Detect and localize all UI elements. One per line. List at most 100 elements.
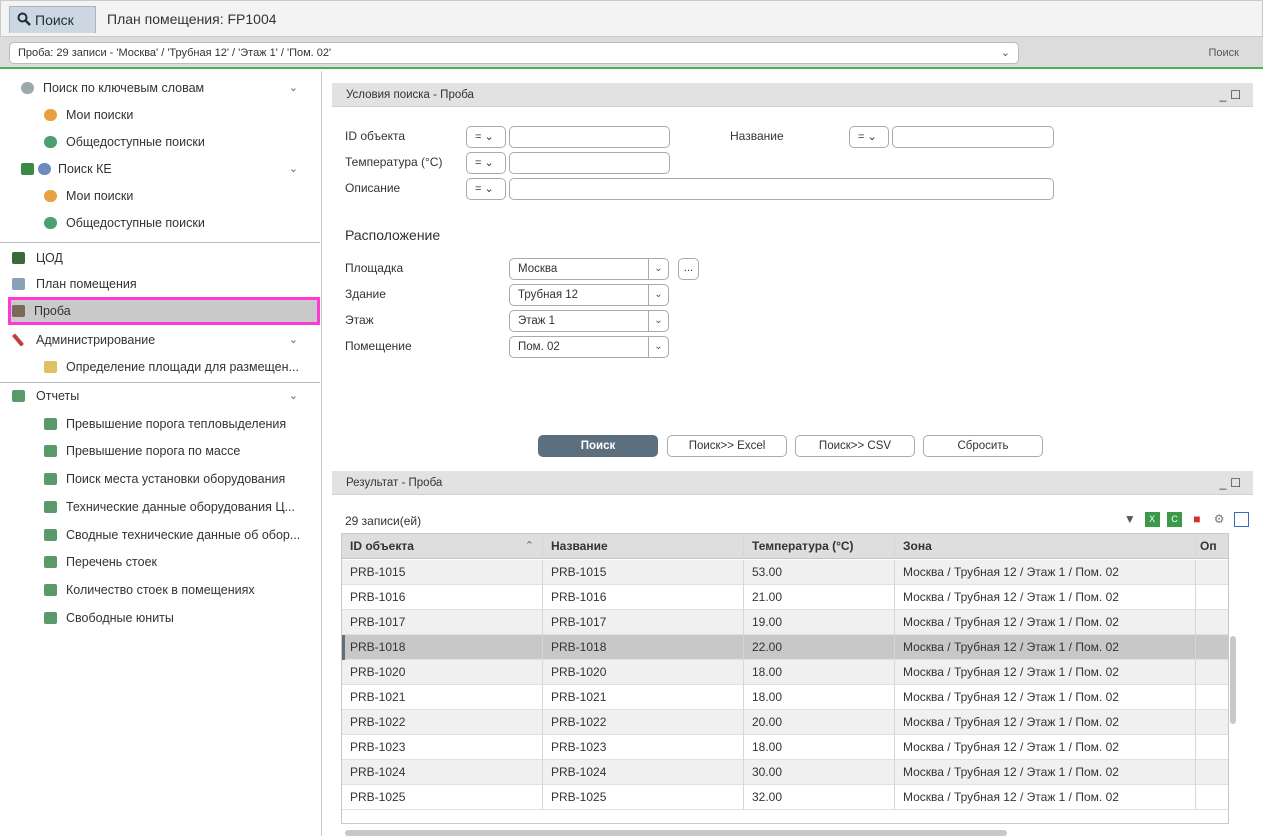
table-row[interactable]: PRB-1023 PRB-1023 18.00 Москва / Трубная 12…: [342, 735, 1228, 760]
sidebar-item-public-searches[interactable]: Общедоступные поиски: [0, 129, 320, 155]
table-row[interactable]: PRB-1016 PRB-1016 21.00 Москва / Трубная 12…: [342, 585, 1228, 610]
table-row[interactable]: PRB-1025 PRB-1025 32.00 Москва / Трубная 12…: [342, 785, 1228, 810]
export-pdf-icon[interactable]: ■: [1189, 512, 1204, 527]
panel-window-controls-icon[interactable]: _☐: [1220, 471, 1245, 495]
column-header-zone[interactable]: Зона: [895, 534, 1196, 559]
ci-search-icon: [21, 163, 34, 175]
site-browse-button[interactable]: ...: [678, 258, 699, 280]
export-excel-icon[interactable]: X: [1144, 512, 1160, 528]
table-row[interactable]: PRB-1015 PRB-1015 53.00 Москва / Трубная 12…: [342, 560, 1228, 585]
sidebar-item-public-searches-ci[interactable]: Общедоступные поиски: [0, 210, 320, 236]
vertical-scrollbar-thumb[interactable]: [1230, 636, 1236, 724]
chevron-down-icon: ⌄: [648, 285, 668, 305]
search-csv-button[interactable]: Поиск>> CSV: [795, 435, 915, 457]
tab-floor-plan[interactable]: План помещения: FP1004: [107, 6, 277, 33]
sidebar-item-reports[interactable]: Отчеты ⌄: [0, 383, 320, 409]
select-columns-icon[interactable]: [1234, 512, 1249, 528]
table-cell: Москва / Трубная 12 / Этаж 1 / Пом. 02: [895, 635, 1196, 660]
table-cell: PRB-1024: [543, 760, 744, 785]
sidebar-item-my-searches[interactable]: Мои поиски: [0, 102, 320, 128]
table-cell: [1196, 685, 1228, 710]
sidebar-item-label: Превышение порога по массе: [66, 444, 241, 458]
sidebar-item-report-free-units[interactable]: Свободные юниты: [0, 605, 320, 631]
sidebar-item-label: Технические данные оборудования Ц...: [66, 500, 295, 514]
sidebar-item-floor-plan[interactable]: План помещения: [0, 271, 320, 297]
table-row[interactable]: PRB-1021 PRB-1021 18.00 Москва / Трубная 12…: [342, 685, 1228, 710]
saved-query-select[interactable]: Проба: 29 записи - 'Москва' / 'Трубная 1…: [9, 42, 1019, 64]
description-operator-select[interactable]: = ⌄: [466, 178, 506, 200]
column-header-name[interactable]: Название: [543, 534, 744, 559]
sidebar-item-report-heat[interactable]: Превышение порога тепловыделения: [0, 411, 320, 437]
table-row[interactable]: PRB-1018 PRB-1018 22.00 Москва / Трубная 12…: [342, 635, 1228, 660]
sidebar-item-report-mass[interactable]: Превышение порога по массе: [0, 438, 320, 464]
table-cell: Москва / Трубная 12 / Этаж 1 / Пом. 02: [895, 710, 1196, 735]
search-button[interactable]: Поиск: [538, 435, 658, 457]
sidebar-item-label: Администрирование: [36, 333, 156, 347]
table-cell: 53.00: [744, 560, 895, 585]
sidebar-item-datacenter[interactable]: ЦОД: [0, 245, 320, 271]
column-header-label: ID объекта: [350, 539, 414, 553]
sidebar-item-area-definition[interactable]: Определение площади для размещен...: [0, 354, 320, 380]
filter-icon[interactable]: ▼: [1122, 512, 1137, 527]
table-cell: PRB-1025: [342, 785, 543, 810]
column-header-temperature[interactable]: Температура (°C): [744, 534, 895, 559]
sidebar-item-ci-search[interactable]: Поиск КЕ ⌄: [0, 156, 320, 182]
results-table: ID объекта ⌃ Название Температура (°C) Зо…: [341, 533, 1229, 824]
reports-icon: [12, 390, 25, 402]
name-operator-select[interactable]: = ⌄: [849, 126, 889, 148]
sidebar-item-report-racks[interactable]: Перечень стоек: [0, 549, 320, 575]
site-select[interactable]: Москва ⌄: [509, 258, 669, 280]
room-select[interactable]: Пом. 02 ⌄: [509, 336, 669, 358]
report-icon: [44, 612, 57, 624]
table-row[interactable]: PRB-1022 PRB-1022 20.00 Москва / Трубная 12…: [342, 710, 1228, 735]
floor-label: Этаж: [345, 313, 374, 327]
table-cell: PRB-1017: [342, 610, 543, 635]
sidebar-item-probe[interactable]: Проба: [8, 297, 320, 325]
reset-button[interactable]: Сбросить: [923, 435, 1043, 457]
export-csv-icon[interactable]: C: [1166, 512, 1182, 528]
sidebar-item-report-summary[interactable]: Сводные технические данные об обор...: [0, 522, 320, 548]
floor-select[interactable]: Этаж 1 ⌄: [509, 310, 669, 332]
temperature-input[interactable]: [509, 152, 670, 174]
building-select[interactable]: Трубная 12 ⌄: [509, 284, 669, 306]
chevron-down-icon: ⌄: [484, 131, 494, 143]
tab-search[interactable]: Поиск: [9, 6, 96, 33]
table-cell: PRB-1021: [543, 685, 744, 710]
sidebar-item-my-searches-ci[interactable]: Мои поиски: [0, 183, 320, 209]
column-header-label: Зона: [903, 539, 932, 553]
sidebar-item-administration[interactable]: Администрирование ⌄: [0, 327, 320, 353]
operator-value: =: [475, 131, 482, 143]
query-search-link[interactable]: Поиск: [1209, 47, 1239, 59]
column-header-op[interactable]: Оп: [1196, 534, 1228, 559]
table-cell: PRB-1024: [342, 760, 543, 785]
table-row[interactable]: PRB-1017 PRB-1017 19.00 Москва / Трубная 12…: [342, 610, 1228, 635]
sidebar-item-report-rack-count[interactable]: Количество стоек в помещениях: [0, 577, 320, 603]
sidebar-item-keyword-search[interactable]: Поиск по ключевым словам ⌄: [0, 75, 320, 101]
description-input[interactable]: [509, 178, 1054, 200]
table-cell: [1196, 710, 1228, 735]
chevron-down-icon: ⌄: [648, 259, 668, 279]
column-header-id[interactable]: ID объекта ⌃: [342, 534, 543, 559]
table-cell: 18.00: [744, 660, 895, 685]
table-cell: PRB-1018: [543, 635, 744, 660]
sidebar-item-report-tech-data[interactable]: Технические данные оборудования Ц...: [0, 494, 320, 520]
horizontal-scrollbar-thumb[interactable]: [345, 830, 1007, 836]
object-id-input[interactable]: [509, 126, 670, 148]
column-header-label: Оп: [1200, 539, 1217, 553]
table-row[interactable]: PRB-1024 PRB-1024 30.00 Москва / Трубная 12…: [342, 760, 1228, 785]
query-bar: Проба: 29 записи - 'Москва' / 'Трубная 1…: [0, 37, 1263, 69]
row-selection-marker: [342, 635, 345, 660]
name-input[interactable]: [892, 126, 1054, 148]
temperature-operator-select[interactable]: = ⌄: [466, 152, 506, 174]
table-row[interactable]: PRB-1020 PRB-1020 18.00 Москва / Трубная 12…: [342, 660, 1228, 685]
gear-icon[interactable]: ⚙: [1212, 512, 1227, 527]
search-excel-button[interactable]: Поиск>> Excel: [667, 435, 787, 457]
my-searches-icon: [44, 190, 57, 202]
table-cell: Москва / Трубная 12 / Этаж 1 / Пом. 02: [895, 760, 1196, 785]
panel-window-controls-icon[interactable]: _☐: [1220, 83, 1245, 107]
sidebar-item-report-placement[interactable]: Поиск места установки оборудования: [0, 466, 320, 492]
object-id-operator-select[interactable]: = ⌄: [466, 126, 506, 148]
table-cell: 21.00: [744, 585, 895, 610]
table-cell: [1196, 560, 1228, 585]
chevron-down-icon: ⌄: [288, 163, 298, 175]
